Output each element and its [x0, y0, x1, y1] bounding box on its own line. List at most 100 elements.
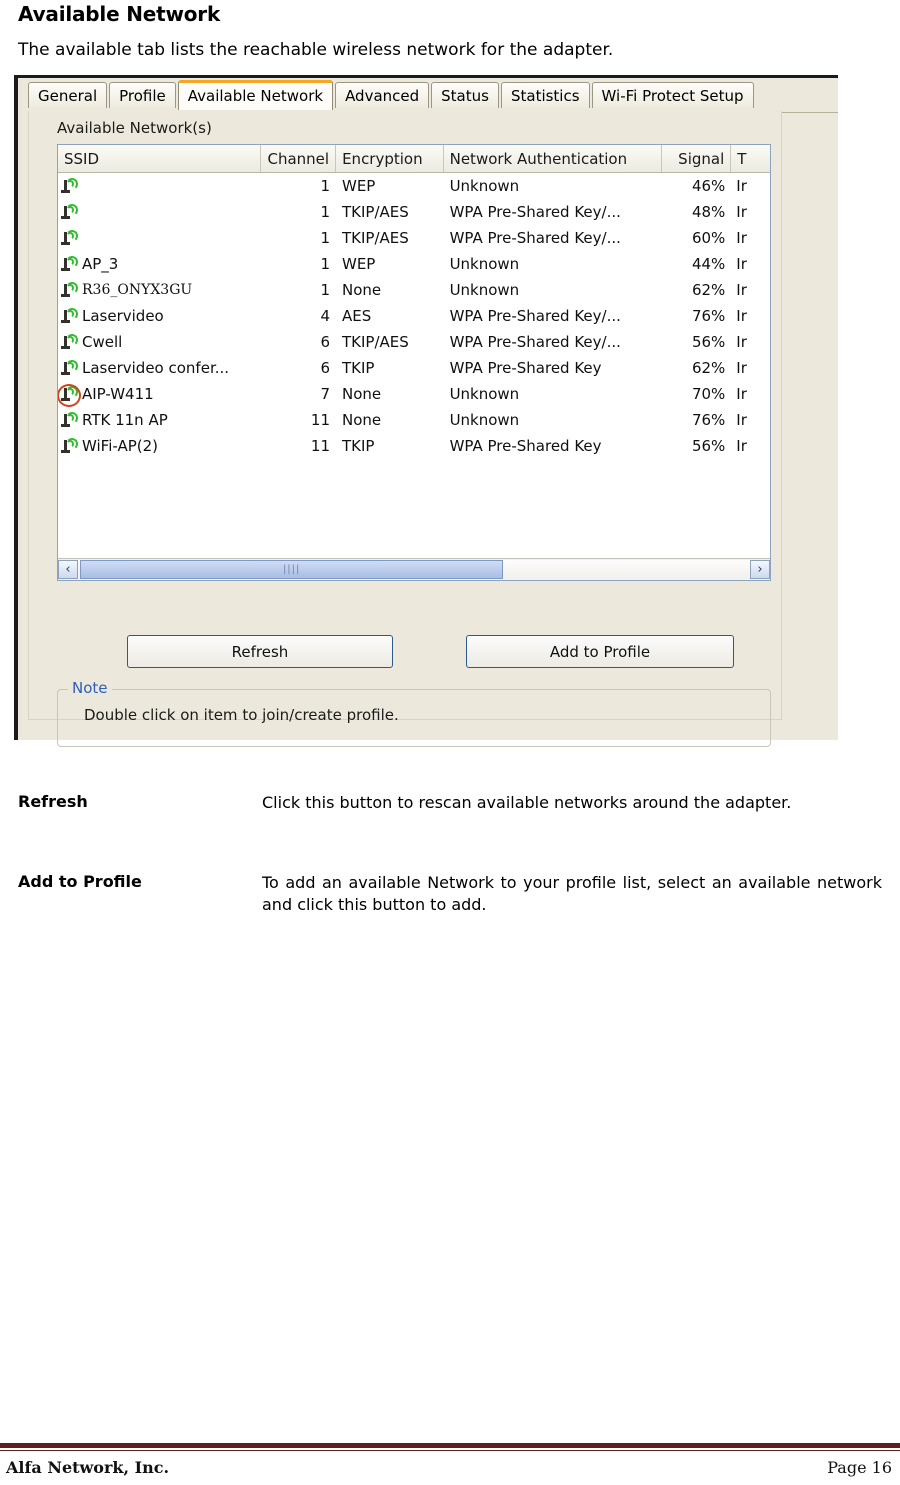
available-networks-list[interactable]: SSID Channel Encryption Network Authenti… [57, 144, 771, 581]
cell-ssid: AP_3 [58, 251, 261, 277]
cell-ssid [58, 173, 261, 199]
table-row[interactable]: 1 TKIP/AES WPA Pre-Shared Key/... 60% Ir [58, 225, 770, 251]
tab-wi-fi-protect-setup[interactable]: Wi-Fi Protect Setup [591, 82, 754, 108]
column-header-signal[interactable]: Signal [662, 145, 732, 172]
available-networks-label: Available Network(s) [57, 119, 212, 137]
cell-network-authentication: Unknown [449, 385, 520, 403]
cell-signal: 56% [691, 437, 726, 455]
table-row[interactable]: 1 WEP Unknown 46% Ir [58, 173, 770, 199]
cell-channel: 1 [320, 177, 330, 195]
list-body: 1 WEP Unknown 46% Ir 1 TKIP/AES WPA Pre-Shared … [58, 173, 770, 459]
note-legend: Note [68, 679, 112, 697]
tab-statistics[interactable]: Statistics [500, 82, 590, 108]
application-screenshot: General Profile Available Network Advanced S… [14, 75, 838, 747]
cell-type: Ir [736, 281, 747, 299]
note-group-box: Note Double click on item to join/create… [57, 679, 771, 747]
horizontal-scrollbar[interactable]: ‹ |||| › [58, 558, 770, 580]
cell-encryption: TKIP [342, 437, 375, 455]
cell-network-authentication: Unknown [449, 255, 520, 273]
cell-type: Ir [736, 385, 747, 403]
cell-encryption: TKIP/AES [342, 333, 409, 351]
cell-signal: 70% [691, 385, 726, 403]
column-header-encryption[interactable]: Encryption [336, 145, 444, 172]
access-point-icon [60, 255, 80, 273]
cell-ssid: RTK 11n AP [58, 407, 261, 433]
scrollbar-track[interactable]: |||| [78, 560, 750, 579]
cell-encryption: TKIP/AES [342, 203, 409, 221]
column-header-network-authentication[interactable]: Network Authentication [444, 145, 662, 172]
cell-ssid [58, 225, 261, 251]
tab-advanced[interactable]: Advanced [335, 82, 430, 108]
ssid-label: WiFi-AP(2) [82, 437, 159, 455]
cell-channel: 1 [320, 281, 330, 299]
ssid-label: R36_ONYX3GU [82, 282, 193, 298]
cell-ssid: R36_ONYX3GU [58, 277, 261, 303]
tab-status[interactable]: Status [431, 82, 499, 108]
refresh-button[interactable]: Refresh [127, 635, 393, 668]
page-intro-text: The available tab lists the reachable wi… [18, 40, 614, 60]
cell-signal: 62% [691, 281, 726, 299]
scrollbar-grip-icon: |||| [282, 564, 301, 575]
description-definition: To add an available Network to your prof… [262, 873, 882, 914]
cell-channel: 1 [320, 229, 330, 247]
table-row[interactable]: Laservideo confer... 6 TKIP WPA Pre-Shared … [58, 355, 770, 381]
ssid-label: Cwell [82, 333, 123, 351]
cell-ssid: AIP-W411 [58, 381, 261, 407]
table-row[interactable]: WiFi-AP(2) 11 TKIP WPA Pre-Shared Key 56% Ir [58, 433, 770, 459]
tab-profile[interactable]: Profile [109, 82, 176, 108]
access-point-icon [58, 384, 81, 407]
cell-ssid: Cwell [58, 329, 261, 355]
cell-signal: 76% [691, 411, 726, 429]
cell-channel: 1 [320, 203, 330, 221]
tab-general[interactable]: General [28, 82, 108, 108]
cell-encryption: WEP [342, 177, 376, 195]
cell-type: Ir [736, 307, 747, 325]
cell-signal: 46% [691, 177, 726, 195]
cell-network-authentication: WPA Pre-Shared Key/... [449, 203, 621, 221]
table-row[interactable]: R36_ONYX3GU 1 None Unknown 62% Ir [58, 277, 770, 303]
cell-type: Ir [736, 177, 747, 195]
footer-page-number: Page 16 [827, 1458, 892, 1477]
cell-network-authentication: WPA Pre-Shared Key/... [449, 333, 621, 351]
access-point-icon [60, 437, 80, 455]
cell-ssid: Laservideo confer... [58, 355, 261, 381]
table-row[interactable]: 1 TKIP/AES WPA Pre-Shared Key/... 48% Ir [58, 199, 770, 225]
list-header: SSID Channel Encryption Network Authenti… [58, 145, 770, 173]
scroll-left-arrow-icon[interactable]: ‹ [58, 560, 78, 579]
table-row[interactable]: RTK 11n AP 11 None Unknown 76% Ir [58, 407, 770, 433]
access-point-icon [60, 177, 80, 195]
table-row[interactable]: AIP-W411 7 None Unknown 70% Ir [58, 381, 770, 407]
cell-network-authentication: Unknown [449, 411, 520, 429]
cell-channel: 6 [320, 333, 330, 351]
cell-network-authentication: Unknown [449, 281, 520, 299]
add-to-profile-button[interactable]: Add to Profile [466, 635, 734, 668]
cell-encryption: None [342, 385, 382, 403]
ssid-label: Laservideo confer... [82, 359, 230, 377]
ssid-label: RTK 11n AP [82, 411, 168, 429]
tab-available-network[interactable]: Available Network [177, 80, 334, 110]
cell-signal: 44% [691, 255, 726, 273]
column-header-type[interactable]: T [731, 145, 770, 172]
column-header-ssid[interactable]: SSID [58, 145, 262, 172]
footer-rule-thick [0, 1443, 900, 1448]
cell-ssid [58, 199, 261, 225]
description-definition: Click this button to rescan available ne… [262, 793, 792, 812]
table-row[interactable]: AP_3 1 WEP Unknown 44% Ir [58, 251, 770, 277]
cell-signal: 56% [691, 333, 726, 351]
cell-encryption: TKIP/AES [342, 229, 409, 247]
access-point-icon [60, 333, 80, 351]
column-header-channel[interactable]: Channel [261, 145, 337, 172]
cell-channel: 1 [320, 255, 330, 273]
cell-type: Ir [736, 437, 747, 455]
access-point-icon [60, 411, 80, 429]
available-network-panel: Available Network(s) SSID Channel Encryp… [28, 111, 782, 747]
scrollbar-thumb[interactable]: |||| [80, 560, 504, 579]
description-term: Refresh [18, 792, 88, 811]
table-row[interactable]: Cwell 6 TKIP/AES WPA Pre-Shared Key/... 56% I… [58, 329, 770, 355]
cell-channel: 7 [320, 385, 330, 403]
scroll-right-arrow-icon[interactable]: › [750, 560, 770, 579]
cell-encryption: None [342, 281, 382, 299]
table-row[interactable]: Laservideo 4 AES WPA Pre-Shared Key/... 76% I… [58, 303, 770, 329]
cell-channel: 4 [320, 307, 330, 325]
cell-channel: 6 [320, 359, 330, 377]
